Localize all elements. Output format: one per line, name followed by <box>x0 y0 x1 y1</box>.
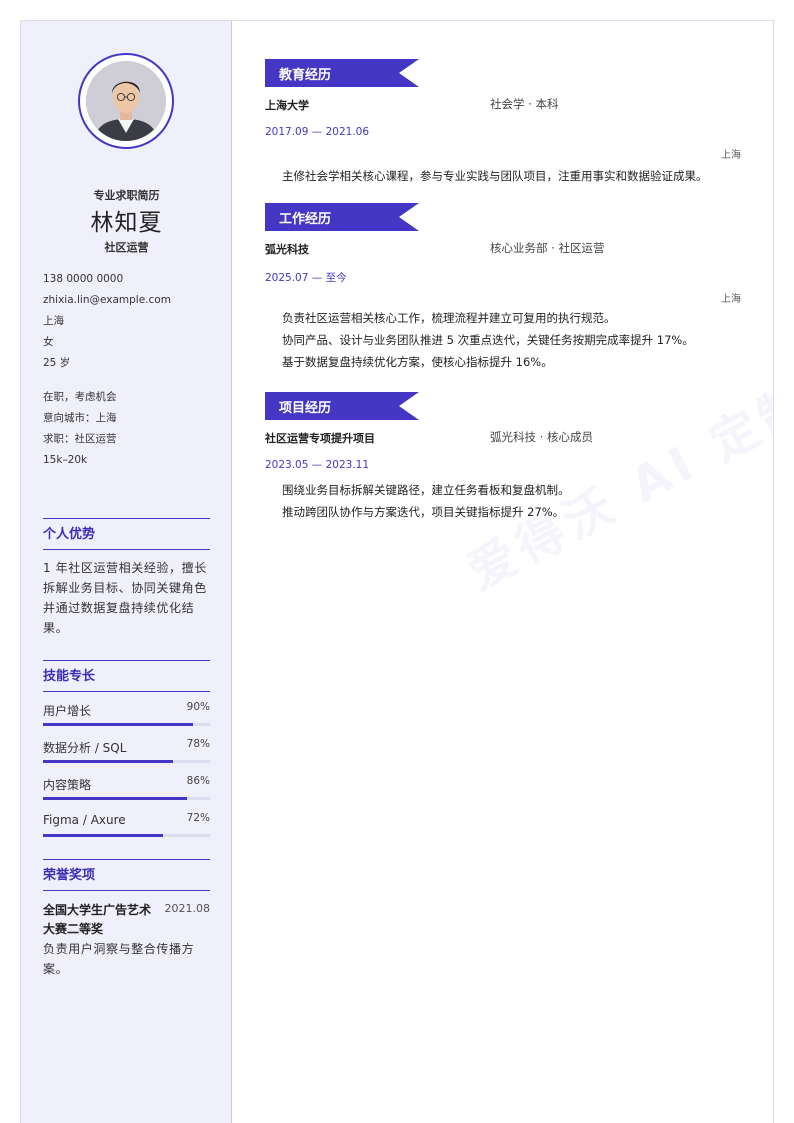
skill-bar <box>43 760 210 763</box>
education-section: 教育经历 上海大学 社会学 · 本科 2017.09 — 2021.06 上海 … <box>265 59 741 189</box>
resume-page: 专业求职简历 林知夏 社区运营 138 0000 0000 zhixia.lin… <box>20 20 774 1123</box>
detail-line: 围绕业务目标拆解关键路径，建立任务看板和复盘机制。 <box>282 483 570 497</box>
detail-line: 推动跨团队协作与方案迭代，项目关键指标提升 27%。 <box>282 505 565 519</box>
work-details: 负责社区运营相关核心工作，梳理流程并建立可复用的执行规范。 协同产品、设计与业务… <box>282 307 694 373</box>
job-status: 在职，考虑机会 <box>43 391 117 403</box>
work-ribbon: 工作经历 <box>265 203 419 231</box>
skill-bar <box>43 834 210 837</box>
skill-bar-fill <box>43 797 187 800</box>
skill-percent: 72% <box>186 812 210 824</box>
skill-name: 数据分析 / SQL <box>43 741 127 755</box>
major-degree: 社会学 · 本科 <box>490 97 559 111</box>
work-section: 工作经历 弧光科技 核心业务部 · 社区运营 2025.07 — 至今 上海 负… <box>265 203 741 378</box>
skill-bar-fill <box>43 723 194 726</box>
education-location: 上海 <box>721 150 741 161</box>
resume-tagline: 专业求职简历 <box>93 189 160 202</box>
candidate-name: 林知夏 <box>90 210 163 236</box>
project-ribbon: 项目经历 <box>265 392 419 420</box>
skills-title: 技能专长 <box>43 660 210 692</box>
detail-line: 负责社区运营相关核心工作，梳理流程并建立可复用的执行规范。 <box>282 311 616 325</box>
award-name: 全国大学生广告艺术大赛二等奖 <box>43 903 152 936</box>
project-company-role: 弧光科技 · 核心成员 <box>490 430 593 444</box>
skill-bar <box>43 723 210 726</box>
award-description: 负责用户洞察与整合传播方案。 <box>43 942 195 976</box>
skill-bar-fill <box>43 834 164 837</box>
education-details: 主修社会学相关核心课程，参与专业实践与团队项目，注重用事实和数据验证成果。 <box>282 165 708 187</box>
advantage-title: 个人优势 <box>43 518 210 550</box>
skill-name: 用户增长 <box>43 704 92 718</box>
city: 上海 <box>43 315 64 327</box>
project-title: 项目经历 <box>279 401 332 416</box>
skill-item: Figma / Axure 72% <box>43 803 210 840</box>
work-title: 工作经历 <box>279 212 332 227</box>
detail-line: 基于数据复盘持续优化方案，使核心指标提升 16%。 <box>282 355 553 369</box>
contact-list: 138 0000 0000 zhixia.lin@example.com 上海 … <box>43 269 171 374</box>
advantage-section: 个人优势 1 年社区运营相关经验，擅长拆解业务目标、协同关键角色并通过数据复盘持… <box>43 518 210 638</box>
skill-name: 内容策略 <box>43 778 92 792</box>
skill-item: 内容策略 86% <box>43 766 210 803</box>
company-name: 弧光科技 <box>265 243 309 256</box>
skill-percent: 86% <box>186 775 210 787</box>
skill-bar-fill <box>43 760 174 763</box>
skills-section: 技能专长 用户增长 90% 数据分析 / SQL 78% 内容策略 86% Fi… <box>43 660 210 840</box>
email-address: zhixia.lin@example.com <box>43 294 171 306</box>
target-city: 意向城市：上海 <box>43 412 117 424</box>
work-location: 上海 <box>721 294 741 305</box>
skill-bar <box>43 797 210 800</box>
awards-section: 荣誉奖项 全国大学生广告艺术大赛二等奖 2021.08 负责用户洞察与整合传播方… <box>43 859 210 979</box>
sidebar: 专业求职简历 林知夏 社区运营 138 0000 0000 zhixia.lin… <box>21 21 232 1123</box>
advantage-text: 1 年社区运营相关经验，擅长拆解业务目标、协同关键角色并通过数据复盘持续优化结果… <box>43 561 207 635</box>
detail-line: 主修社会学相关核心课程，参与专业实践与团队项目，注重用事实和数据验证成果。 <box>282 169 708 183</box>
avatar <box>86 61 166 141</box>
age: 25 岁 <box>43 357 71 369</box>
awards-title: 荣誉奖项 <box>43 859 210 891</box>
skill-percent: 90% <box>186 701 210 713</box>
project-name: 社区运营专项提升项目 <box>265 432 375 445</box>
gender: 女 <box>43 336 54 348</box>
project-date: 2023.05 — 2023.11 <box>265 459 370 471</box>
education-title: 教育经历 <box>279 68 332 83</box>
skill-item: 数据分析 / SQL 78% <box>43 729 210 766</box>
phone-number: 138 0000 0000 <box>43 273 124 285</box>
project-section: 项目经历 社区运营专项提升项目 弧光科技 · 核心成员 2023.05 — 20… <box>265 392 741 532</box>
work-date: 2025.07 — 至今 <box>265 272 347 284</box>
skill-name: Figma / Axure <box>43 813 126 827</box>
target-position: 求职：社区运营 <box>43 433 117 445</box>
job-intent-list: 在职，考虑机会 意向城市：上海 求职：社区运营 15k–20k <box>43 387 117 471</box>
candidate-role: 社区运营 <box>104 241 149 254</box>
award-item: 全国大学生广告艺术大赛二等奖 2021.08 <box>43 901 210 939</box>
education-date: 2017.09 — 2021.06 <box>265 126 370 138</box>
school-name: 上海大学 <box>265 99 309 112</box>
skill-percent: 78% <box>186 738 210 750</box>
avatar-ring <box>78 53 174 149</box>
detail-line: 协同产品、设计与业务团队推进 5 次重点迭代，关键任务按期完成率提升 17%。 <box>282 333 694 347</box>
skill-item: 用户增长 90% <box>43 692 210 729</box>
award-date: 2021.08 <box>164 902 211 915</box>
main-content: 教育经历 上海大学 社会学 · 本科 2017.09 — 2021.06 上海 … <box>233 21 773 1123</box>
department-role: 核心业务部 · 社区运营 <box>490 241 605 255</box>
education-ribbon: 教育经历 <box>265 59 419 87</box>
expected-salary: 15k–20k <box>43 454 88 466</box>
avatar-photo <box>86 61 166 141</box>
project-details: 围绕业务目标拆解关键路径，建立任务看板和复盘机制。 推动跨团队协作与方案迭代，项… <box>282 479 570 523</box>
